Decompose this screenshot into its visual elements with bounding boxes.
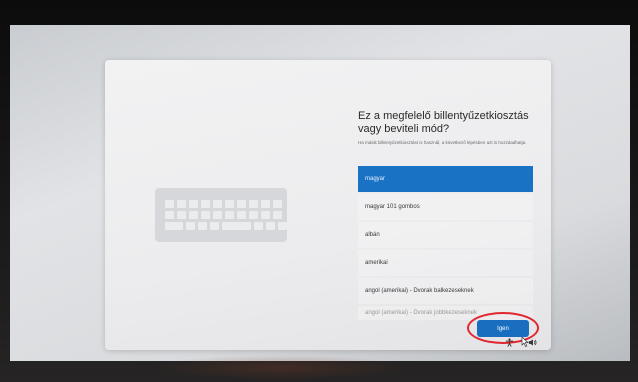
list-item[interactable]: albán bbox=[358, 222, 533, 248]
list-item[interactable]: magyar bbox=[358, 166, 533, 192]
list-item[interactable]: angol (amerikai) - Dvorak jobbkezeseknek bbox=[358, 306, 533, 320]
yes-button[interactable]: Igen bbox=[477, 320, 529, 337]
list-item[interactable]: magyar 101 gombos bbox=[358, 194, 533, 220]
list-item[interactable]: amerikai bbox=[358, 250, 533, 276]
screen: Ez a megfelelő billentyűzetkiosztás vagy… bbox=[10, 25, 630, 361]
list-item[interactable]: angol (amerikai) - Dvorak balkezeseknek bbox=[358, 278, 533, 304]
volume-icon[interactable] bbox=[528, 338, 537, 347]
page-title: Ez a megfelelő billentyűzetkiosztás vagy… bbox=[358, 110, 529, 135]
keyboard-illustration bbox=[155, 188, 287, 242]
page-subtitle: Ha másik billentyűzetkiosztást is haszná… bbox=[358, 140, 527, 145]
accessibility-icon[interactable] bbox=[505, 338, 514, 347]
setup-card: Ez a megfelelő billentyűzetkiosztás vagy… bbox=[105, 60, 551, 350]
reflection-glare bbox=[150, 355, 410, 380]
layout-list: magyar magyar 101 gombos albán amerikai … bbox=[358, 166, 533, 322]
system-tray bbox=[505, 338, 537, 347]
